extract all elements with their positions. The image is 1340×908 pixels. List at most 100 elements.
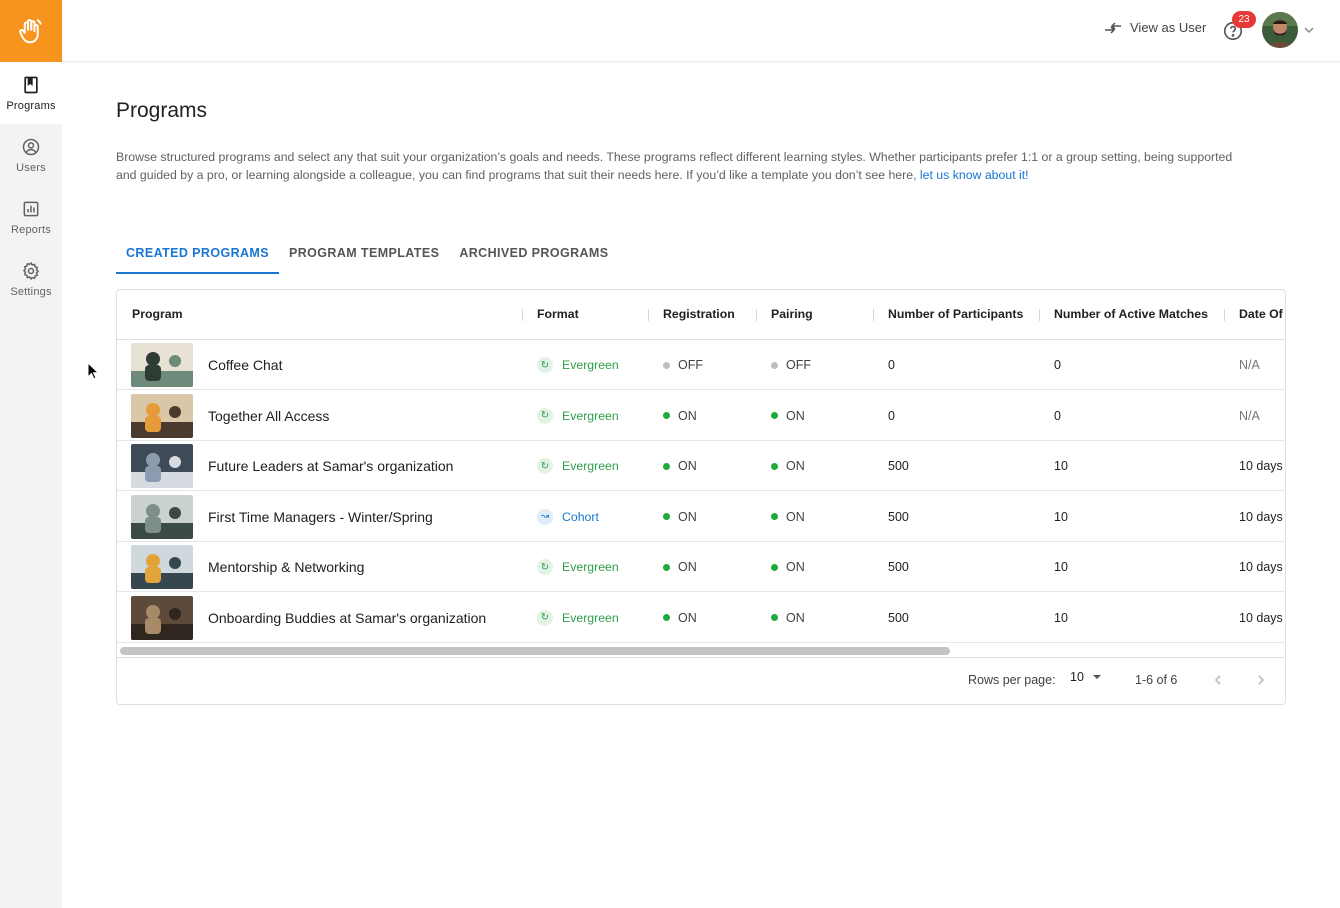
let-us-know-link[interactable]: let us know about it! bbox=[920, 168, 1029, 182]
program-name[interactable]: Future Leaders at Samar's organization bbox=[208, 441, 453, 491]
nav-users-label: Users bbox=[16, 161, 46, 174]
active-matches-cell: 10 bbox=[1054, 560, 1068, 574]
registration-cell: ON bbox=[663, 593, 697, 643]
view-as-user-label: View as User bbox=[1130, 20, 1207, 35]
sidebar: Programs Users Reports Settings bbox=[0, 0, 62, 908]
column-divider[interactable] bbox=[1039, 309, 1040, 321]
column-header-pairing[interactable]: Pairing bbox=[771, 290, 813, 340]
table-row[interactable]: Coffee Chat ↻ Evergreen OFF OFF 0 0 N/A bbox=[117, 340, 1285, 390]
mouse-cursor-icon bbox=[87, 362, 99, 380]
active-matches-cell: 10 bbox=[1054, 610, 1068, 625]
column-divider[interactable] bbox=[873, 309, 874, 321]
registration-status: ON bbox=[678, 408, 697, 423]
program-name[interactable]: Together All Access bbox=[208, 391, 329, 441]
status-dot bbox=[771, 563, 778, 571]
status-dot bbox=[663, 462, 670, 470]
app-logo[interactable] bbox=[0, 0, 62, 62]
program-name[interactable]: First Time Managers - Winter/Spring bbox=[208, 492, 433, 542]
active-matches-cell: 0 bbox=[1054, 358, 1061, 372]
tab-created-programs[interactable]: CREATED PROGRAMS bbox=[116, 236, 279, 274]
cohort-icon: ↝ bbox=[537, 508, 553, 525]
pairing-status: ON bbox=[786, 509, 805, 524]
registration-status: OFF bbox=[678, 358, 703, 372]
page-description: Browse structured programs and select an… bbox=[116, 148, 1246, 184]
registration-cell: ON bbox=[663, 542, 697, 592]
participants-cell: 500 bbox=[888, 560, 909, 574]
previous-page-button[interactable] bbox=[1208, 670, 1228, 690]
format-label: Evergreen bbox=[562, 408, 619, 423]
description-text: Browse structured programs and select an… bbox=[116, 150, 1233, 182]
program-name[interactable]: Coffee Chat bbox=[208, 340, 282, 390]
nav-programs-label: Programs bbox=[6, 99, 56, 112]
pairing-cell: OFF bbox=[771, 340, 811, 390]
column-divider[interactable] bbox=[648, 309, 649, 321]
book-icon bbox=[24, 76, 38, 93]
status-dot bbox=[663, 614, 670, 621]
table-row[interactable]: Together All Access ↻ Evergreen ON ON 0 0 N/A bbox=[117, 391, 1285, 441]
format-cell: ↻ Evergreen bbox=[537, 593, 619, 643]
program-thumbnail bbox=[131, 444, 193, 488]
program-name[interactable]: Onboarding Buddies at Samar's organizati… bbox=[208, 593, 486, 643]
table-row[interactable]: First Time Managers - Winter/Spring ↝ Coho… bbox=[117, 492, 1285, 542]
column-header-format[interactable]: Format bbox=[537, 290, 579, 340]
tab-program-templates[interactable]: PROGRAM TEMPLATES bbox=[279, 236, 449, 274]
registration-cell: ON bbox=[663, 391, 697, 441]
registration-status: ON bbox=[678, 459, 697, 473]
active-matches-cell: 10 bbox=[1054, 509, 1068, 524]
evergreen-refresh-icon: ↻ bbox=[537, 407, 553, 424]
program-thumbnail bbox=[131, 393, 193, 438]
table-row[interactable]: Mentorship & Networking ↻ Evergreen ON ON 500… bbox=[117, 542, 1285, 592]
column-header-active-matches[interactable]: Number of Active Matches bbox=[1054, 290, 1208, 340]
nav-settings[interactable]: Settings bbox=[0, 248, 62, 310]
date-cell: N/A bbox=[1239, 408, 1260, 423]
table-header: Program Format Registration Pairing Numb… bbox=[117, 290, 1285, 340]
pairing-status: OFF bbox=[786, 358, 811, 372]
nav-reports[interactable]: Reports bbox=[0, 186, 62, 248]
column-divider[interactable] bbox=[522, 309, 523, 321]
pairing-cell: ON bbox=[771, 441, 805, 491]
program-name[interactable]: Mentorship & Networking bbox=[208, 542, 364, 592]
format-label: Evergreen bbox=[562, 358, 619, 372]
column-header-program[interactable]: Program bbox=[132, 290, 183, 340]
avatar[interactable] bbox=[1262, 12, 1298, 48]
evergreen-refresh-icon: ↻ bbox=[537, 458, 553, 474]
program-tabs: CREATED PROGRAMS PROGRAM TEMPLATES ARCHI… bbox=[116, 236, 618, 274]
nav-users[interactable]: Users bbox=[0, 124, 62, 186]
format-label: Evergreen bbox=[562, 459, 619, 473]
gear-icon bbox=[22, 261, 40, 280]
evergreen-refresh-icon: ↻ bbox=[537, 609, 553, 626]
table-row[interactable]: Future Leaders at Samar's organization ↻ E… bbox=[117, 441, 1285, 491]
registration-cell: OFF bbox=[663, 340, 703, 390]
participants-cell: 0 bbox=[888, 408, 895, 423]
rows-per-page-select[interactable]: 10 bbox=[1070, 670, 1104, 684]
column-header-participants[interactable]: Number of Participants bbox=[888, 290, 1023, 340]
column-divider[interactable] bbox=[756, 309, 757, 321]
column-header-date[interactable]: Date Of bbox=[1239, 290, 1283, 340]
active-matches-cell: 0 bbox=[1054, 408, 1061, 423]
program-thumbnail bbox=[131, 343, 193, 387]
pairing-cell: ON bbox=[771, 593, 805, 643]
swap-arrows-icon bbox=[1105, 21, 1121, 34]
chevron-down-icon[interactable] bbox=[1303, 24, 1315, 36]
pairing-status: ON bbox=[786, 459, 805, 473]
bar-chart-icon bbox=[23, 201, 39, 216]
table-row[interactable]: Onboarding Buddies at Samar's organizati… bbox=[117, 593, 1285, 643]
format-cell: ↻ Evergreen bbox=[537, 391, 619, 441]
pairing-status: ON bbox=[786, 408, 805, 423]
column-divider[interactable] bbox=[1224, 309, 1225, 321]
registration-status: ON bbox=[678, 560, 697, 574]
nav-programs[interactable]: Programs bbox=[0, 62, 62, 124]
registration-status: ON bbox=[678, 509, 697, 524]
pairing-status: ON bbox=[786, 610, 805, 625]
program-thumbnail bbox=[131, 595, 193, 640]
next-page-button[interactable] bbox=[1251, 670, 1271, 690]
view-as-user-button[interactable]: View as User bbox=[1104, 20, 1206, 35]
programs-table: Program Format Registration Pairing Numb… bbox=[116, 289, 1286, 705]
format-label: Cohort bbox=[562, 509, 599, 524]
horizontal-scrollbar-thumb[interactable] bbox=[120, 647, 950, 655]
participants-cell: 500 bbox=[888, 610, 909, 625]
date-cell: 10 days bbox=[1239, 459, 1283, 473]
tab-archived-programs[interactable]: ARCHIVED PROGRAMS bbox=[449, 236, 618, 274]
rows-per-page-value: 10 bbox=[1070, 670, 1084, 684]
column-header-registration[interactable]: Registration bbox=[663, 290, 735, 340]
